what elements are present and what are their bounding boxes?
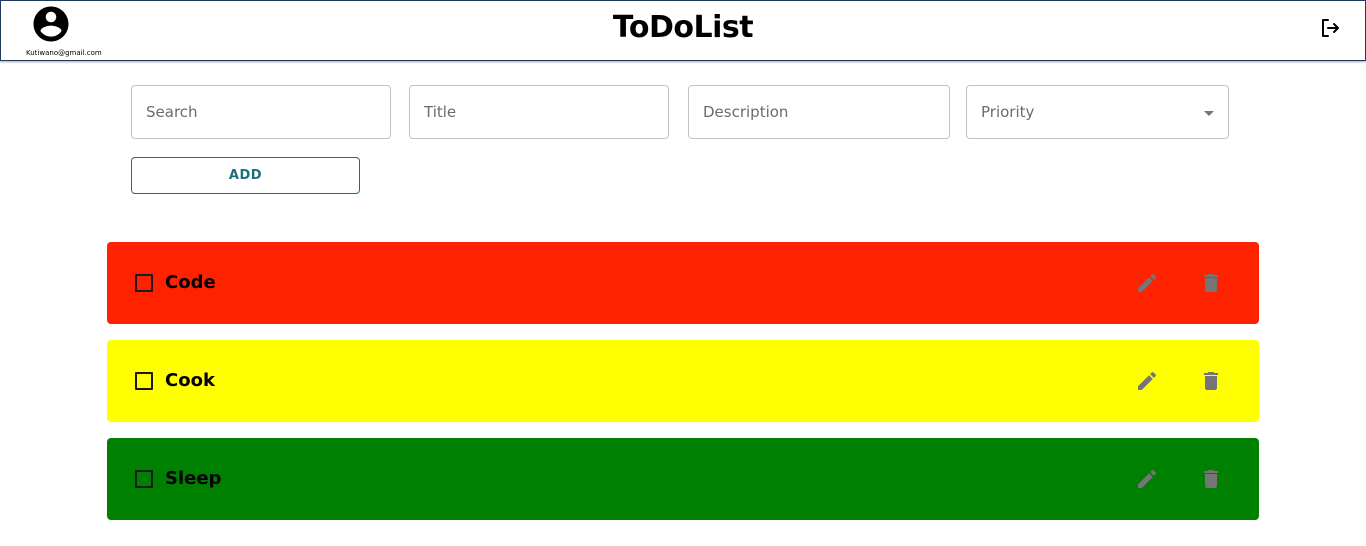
add-button[interactable]: ADD	[131, 157, 360, 194]
user-email: Kutiwano@gmail.com	[26, 49, 102, 57]
search-field[interactable]	[131, 85, 391, 139]
title-input[interactable]	[410, 86, 668, 138]
pencil-icon[interactable]	[1135, 369, 1159, 393]
trash-icon[interactable]	[1199, 271, 1223, 295]
caret-down-icon	[1204, 111, 1214, 116]
todo-label: Sleep	[165, 468, 222, 489]
todo-item: Sleep	[107, 438, 1259, 520]
todo-label: Cook	[165, 370, 215, 391]
app-title: ToDoList	[612, 10, 754, 45]
todo-checkbox[interactable]	[135, 372, 153, 390]
pencil-icon[interactable]	[1135, 467, 1159, 491]
todo-item: Cook	[107, 340, 1259, 422]
priority-label: Priority	[981, 103, 1035, 121]
todo-checkbox[interactable]	[135, 470, 153, 488]
app-header: Kutiwano@gmail.com ToDoList	[0, 0, 1366, 61]
title-field[interactable]	[409, 85, 669, 139]
search-input[interactable]	[132, 86, 390, 138]
logout-icon[interactable]	[1318, 16, 1342, 40]
trash-icon[interactable]	[1199, 467, 1223, 491]
todo-checkbox[interactable]	[135, 274, 153, 292]
priority-select[interactable]: Priority	[966, 85, 1229, 139]
trash-icon[interactable]	[1199, 369, 1223, 393]
todo-label: Code	[165, 272, 216, 293]
description-input[interactable]	[689, 86, 949, 138]
todo-item: Code	[107, 242, 1259, 324]
pencil-icon[interactable]	[1135, 271, 1159, 295]
description-field[interactable]	[688, 85, 950, 139]
